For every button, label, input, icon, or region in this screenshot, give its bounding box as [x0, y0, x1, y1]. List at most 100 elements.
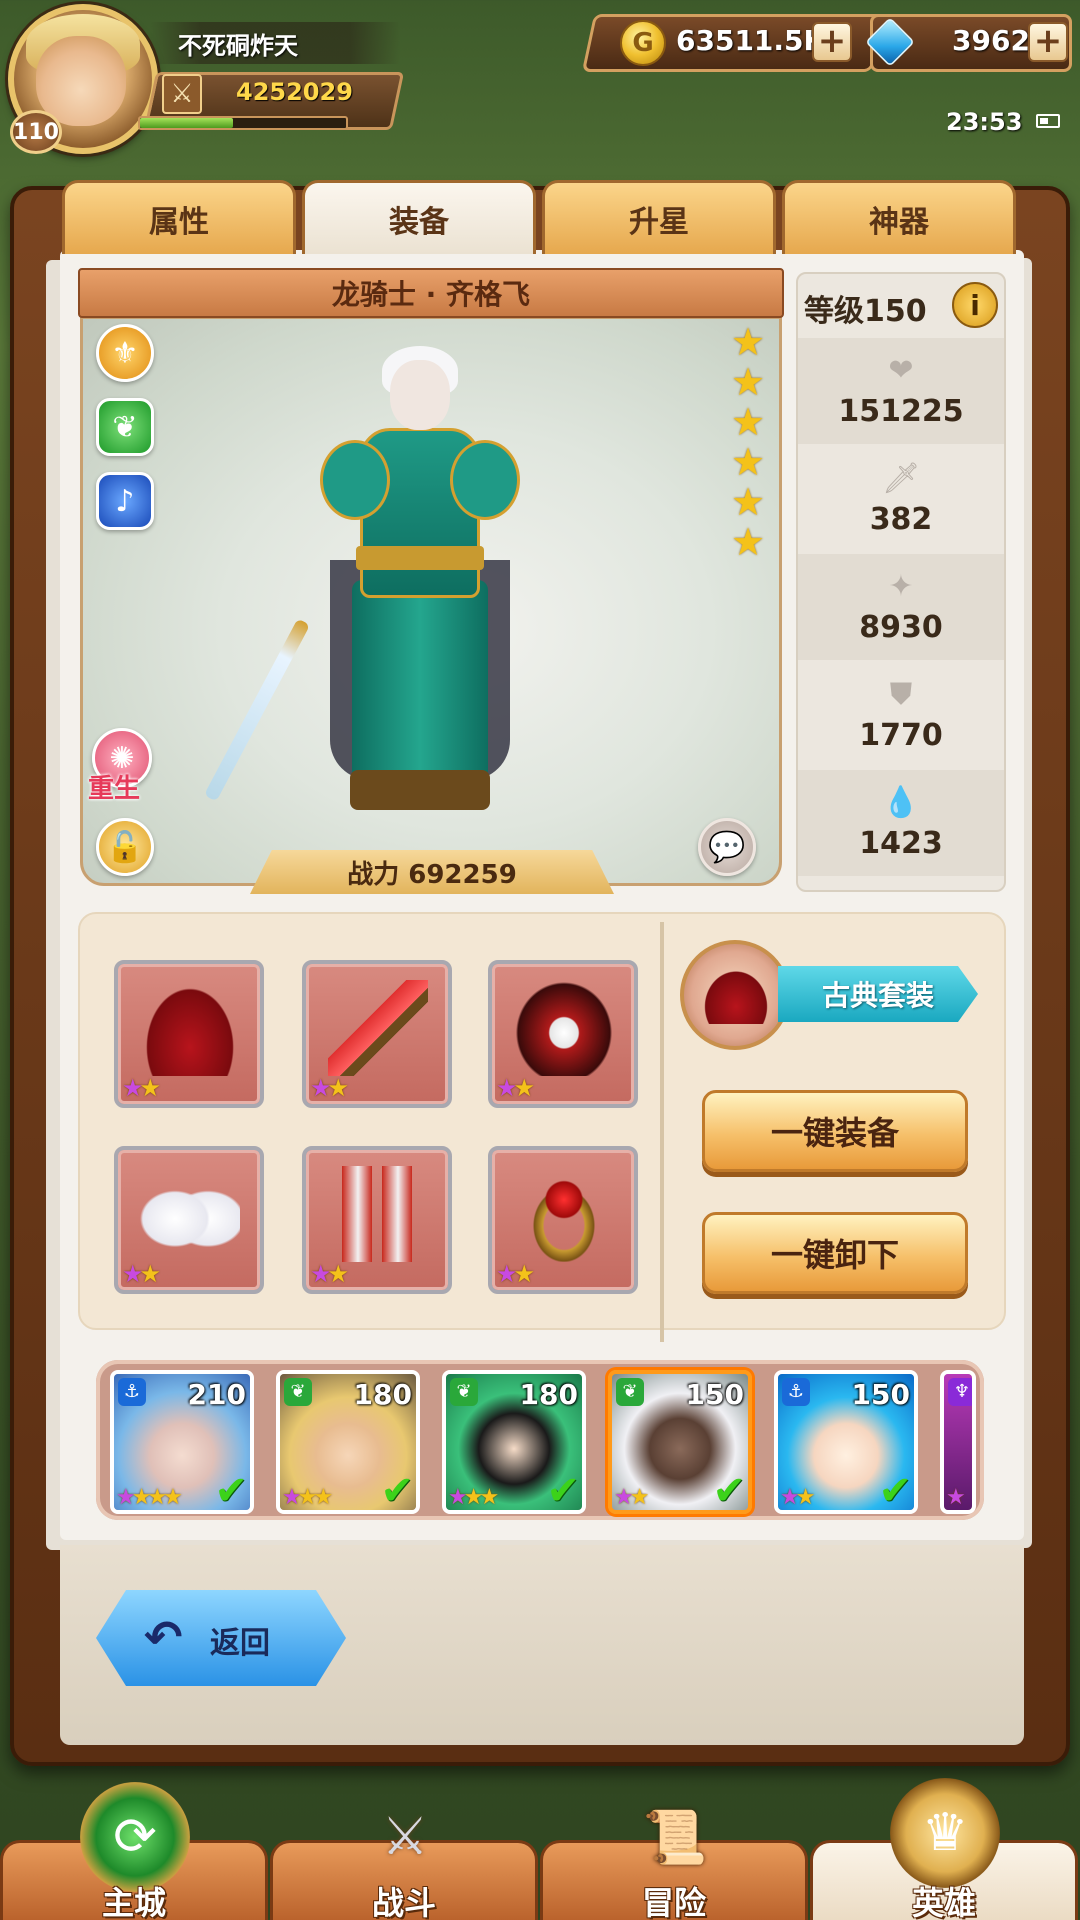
hero-star: ★ — [730, 360, 766, 404]
nav-label-hero: 英雄 — [911, 1884, 976, 1920]
tab-attributes[interactable]: 属性 — [62, 180, 296, 254]
anchor-icon: ⚓ — [782, 1378, 810, 1406]
check-icon: ✔ — [380, 1468, 414, 1514]
hero-card[interactable]: ⚓ 210 ★★★★ ✔ — [110, 1370, 254, 1514]
check-icon: ✔ — [712, 1468, 746, 1514]
hero-card-stars: ★★ — [780, 1485, 816, 1510]
beast-faction-icon: ❦ — [450, 1378, 478, 1406]
equipment-slot-ring[interactable]: ★★ — [488, 1146, 638, 1294]
castle-icon[interactable]: ⟳ — [80, 1782, 190, 1892]
hero-card-level: 210 — [187, 1378, 246, 1411]
hero-head — [390, 360, 450, 430]
hat-icon — [700, 966, 772, 1024]
tab-artifact[interactable]: 神器 — [782, 180, 1016, 254]
beast-faction-icon: ❦ — [284, 1378, 312, 1406]
lock-icon[interactable]: 🔓 — [96, 818, 154, 876]
equipment-slot-gloves[interactable]: ★★ — [114, 1146, 264, 1294]
droplet-icon: 💧 — [882, 784, 920, 820]
hero-card-partial[interactable]: ♆ ★ — [940, 1370, 976, 1514]
class-icon[interactable]: ⚜ — [96, 324, 154, 382]
crossed-swords-icon[interactable]: ⚔ — [350, 1782, 460, 1892]
hero-card[interactable]: ⚓ 150 ★★ ✔ — [774, 1370, 918, 1514]
hero-level: 等级150 — [804, 294, 927, 329]
check-icon: ✔ — [546, 1468, 580, 1514]
item-stars: ★★ — [122, 1074, 161, 1102]
heart-icon: ❤ — [888, 352, 914, 388]
stat-crit-value: 8930 — [859, 609, 943, 645]
scroll-icon[interactable]: 📜 — [620, 1782, 730, 1892]
item-stars: ★★ — [122, 1260, 161, 1288]
hero-card-level: 180 — [519, 1378, 578, 1411]
stat-defense: ⛊ 1770 — [798, 662, 1004, 768]
stat-attack: 🗡 382 — [798, 446, 1004, 552]
hero-card-stars: ★★ — [614, 1485, 650, 1510]
player-level-badge: 110 — [10, 110, 62, 154]
hero-shoulder-right — [450, 440, 520, 520]
armor-icon — [514, 980, 614, 1076]
shield-icon: ⛊ — [889, 676, 913, 712]
item-stars: ★★ — [496, 1074, 535, 1102]
hero-boots — [350, 770, 490, 810]
hero-star: ★ — [730, 520, 766, 564]
hero-card[interactable]: ❦ 180 ★★★ ✔ — [276, 1370, 420, 1514]
gloves-icon — [140, 1166, 240, 1262]
equipment-divider — [660, 922, 664, 1342]
dagger-icon — [328, 980, 428, 1076]
hat-icon — [140, 980, 240, 1076]
hero-card-level: 150 — [685, 1378, 744, 1411]
hero-card-level: 150 — [851, 1378, 910, 1411]
nav-label-city: 主城 — [101, 1884, 166, 1920]
job-icon[interactable]: ♪ — [96, 472, 154, 530]
info-icon[interactable]: i — [952, 282, 998, 328]
equip-all-button[interactable]: 一键装备 — [702, 1090, 968, 1172]
check-icon: ✔ — [878, 1468, 912, 1514]
player-exp-bar — [138, 116, 348, 130]
hero-title: 龙骑士 · 齐格飞 — [78, 268, 784, 318]
hero-card-level: 180 — [353, 1378, 412, 1411]
hero-star: ★ — [730, 320, 766, 364]
hero-card-selected[interactable]: ❦ 150 ★★ ✔ — [608, 1370, 752, 1514]
rebirth-label: 重生 — [88, 774, 141, 804]
nav-label-battle: 战斗 — [371, 1884, 436, 1920]
equipment-set-label[interactable]: 古典套装 — [778, 966, 978, 1022]
beast-faction-icon: ❦ — [616, 1378, 644, 1406]
gold-coin-icon: G — [620, 20, 666, 66]
gem-value: 3962 — [952, 24, 1030, 57]
item-stars: ★★ — [496, 1260, 535, 1288]
crossed-swords-icon: ⚔ — [162, 74, 202, 114]
equipment-slot-boots[interactable]: ★★ — [302, 1146, 452, 1294]
anchor-icon: ⚓ — [118, 1378, 146, 1406]
player-name: 不死硐炸天 — [178, 32, 298, 60]
hero-shoulder-left — [320, 440, 390, 520]
tab-star-up[interactable]: 升星 — [542, 180, 776, 254]
stat-resist-value: 1423 — [859, 825, 943, 861]
beast-faction-icon[interactable]: ❦ — [96, 398, 154, 456]
player-exp-fill — [140, 118, 233, 128]
stat-defense-value: 1770 — [859, 717, 943, 753]
equipment-slot-hat[interactable]: ★★ — [114, 960, 264, 1108]
hero-card-stars: ★★★★ — [116, 1485, 183, 1510]
add-gems-button[interactable]: + — [1028, 22, 1068, 62]
back-label: 返回 — [210, 1626, 270, 1661]
stat-crit: ✦ 8930 — [798, 554, 1004, 660]
equipment-slot-armor[interactable]: ★★ — [488, 960, 638, 1108]
hero-helmet-icon[interactable]: ♛ — [890, 1778, 1000, 1888]
clock: 23:53 — [946, 108, 1023, 136]
comment-icon[interactable]: 💬 — [698, 818, 756, 876]
hero-card-stars: ★ — [946, 1485, 966, 1510]
hero-star: ★ — [730, 440, 766, 484]
hero-card-stars: ★★★ — [448, 1485, 499, 1510]
nav-label-adventure: 冒险 — [641, 1884, 706, 1920]
player-power-value: 4252029 — [236, 78, 353, 106]
back-button[interactable]: ↶ 返回 — [96, 1590, 346, 1686]
stat-hp: ❤ 151225 — [798, 338, 1004, 444]
hero-card[interactable]: ❦ 180 ★★★ ✔ — [442, 1370, 586, 1514]
unequip-all-button[interactable]: 一键卸下 — [702, 1212, 968, 1294]
tab-equipment[interactable]: 装备 — [302, 180, 536, 254]
hero-model[interactable] — [203, 346, 550, 830]
gold-value: 63511.5K — [676, 24, 826, 57]
stat-resist: 💧 1423 — [798, 770, 1004, 876]
hero-belt — [356, 546, 484, 570]
add-gold-button[interactable]: + — [812, 22, 852, 62]
equipment-slot-weapon[interactable]: ★★ — [302, 960, 452, 1108]
